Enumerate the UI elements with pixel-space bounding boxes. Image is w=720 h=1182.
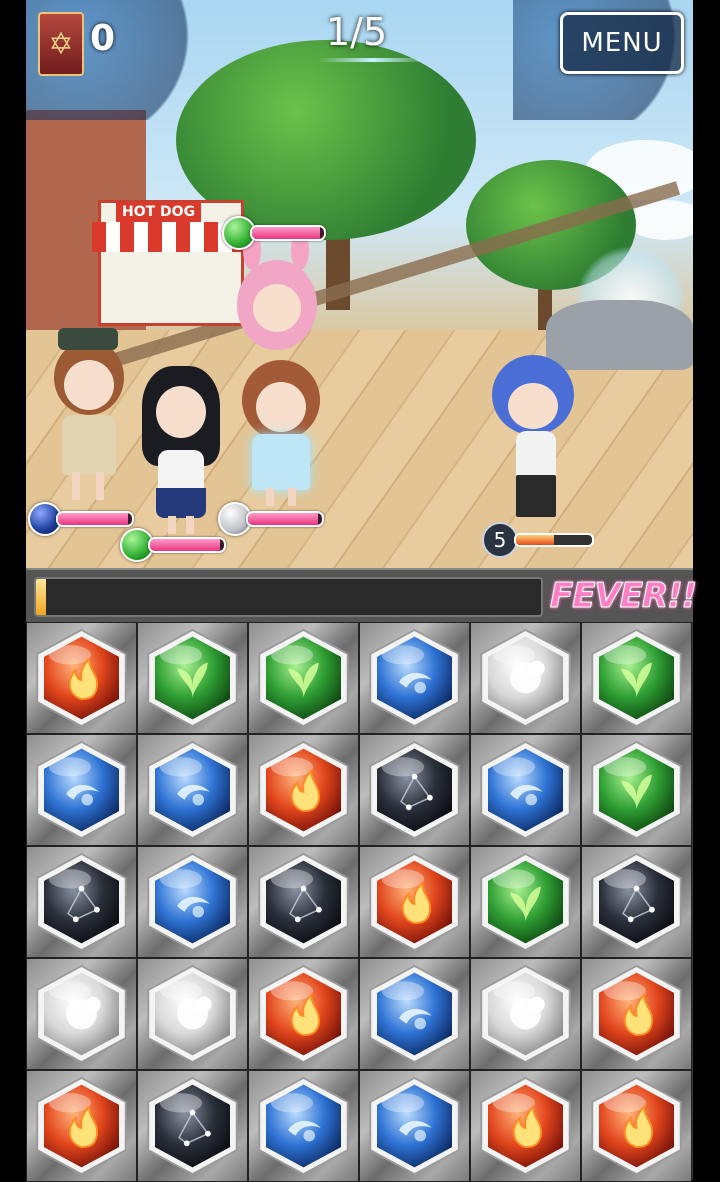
light-gem-icon[interactable] (477, 628, 574, 728)
dark-gem-icon[interactable] (588, 852, 685, 952)
hexagram-book-icon[interactable]: ✡ (38, 12, 84, 76)
board-cell[interactable] (248, 958, 359, 1070)
wood-gem-icon[interactable] (588, 740, 685, 840)
enemy-hp-fill (516, 535, 554, 545)
party-hp-4 (218, 502, 328, 536)
board-cell[interactable] (26, 846, 137, 958)
fire-gem-icon[interactable] (255, 964, 352, 1064)
board-cell[interactable] (359, 734, 470, 846)
board-cell[interactable] (359, 958, 470, 1070)
fever-label: FEVER!! (549, 576, 697, 617)
board-cell[interactable] (581, 846, 692, 958)
board-cell[interactable] (137, 622, 248, 734)
enemy-character (488, 355, 578, 525)
dark-gem-icon[interactable] (255, 852, 352, 952)
water-gem-icon[interactable] (144, 740, 241, 840)
wood-gem-icon[interactable] (144, 628, 241, 728)
fire-gem-icon[interactable] (588, 1076, 685, 1176)
party-character-2 (136, 360, 226, 540)
party-character-1 (44, 320, 134, 510)
fire-gem-icon[interactable] (33, 1076, 130, 1176)
party-character-4 (236, 360, 326, 510)
board-cell[interactable] (581, 1070, 692, 1182)
party-hp-3 (222, 216, 332, 250)
wood-gem-icon[interactable] (255, 628, 352, 728)
board-cell[interactable] (581, 622, 692, 734)
item-count: 0 (90, 18, 116, 59)
board-cell[interactable] (137, 734, 248, 846)
fire-gem-icon[interactable] (477, 1076, 574, 1176)
hp-fill (150, 539, 221, 551)
fire-gem-icon[interactable] (255, 740, 352, 840)
battle-scene: HOT DOG 5 (26, 0, 693, 568)
board-cell[interactable] (248, 734, 359, 846)
water-gem-icon[interactable] (33, 740, 130, 840)
top-hud: ✡ 0 1/5 MENU (26, 0, 693, 80)
enemy-cooldown: 5 (482, 522, 518, 558)
fire-gem-icon[interactable] (366, 852, 463, 952)
puzzle-board[interactable] (26, 622, 693, 1182)
board-cell[interactable] (26, 734, 137, 846)
board-cell[interactable] (581, 958, 692, 1070)
board-cell[interactable] (470, 622, 581, 734)
board-cell[interactable] (359, 622, 470, 734)
dark-gem-icon[interactable] (366, 740, 463, 840)
board-cell[interactable] (470, 846, 581, 958)
light-gem-icon[interactable] (477, 964, 574, 1064)
water-gem-icon[interactable] (366, 628, 463, 728)
dark-gem-icon[interactable] (144, 1076, 241, 1176)
wood-gem-icon[interactable] (477, 852, 574, 952)
hp-fill (58, 513, 129, 525)
party-character-3 (231, 230, 321, 370)
board-cell[interactable] (248, 622, 359, 734)
board-cell[interactable] (137, 958, 248, 1070)
light-gem-icon[interactable] (144, 964, 241, 1064)
board-cell[interactable] (26, 622, 137, 734)
party-hp-2 (120, 528, 230, 562)
board-cell[interactable] (359, 846, 470, 958)
board-cell[interactable] (248, 1070, 359, 1182)
fever-gauge (34, 577, 543, 617)
water-gem-icon[interactable] (366, 1076, 463, 1176)
fever-bar: FEVER!! (26, 568, 698, 624)
dark-gem-icon[interactable] (33, 852, 130, 952)
fever-fill (36, 579, 47, 615)
board-cell[interactable] (470, 734, 581, 846)
water-gem-icon[interactable] (366, 964, 463, 1064)
fire-gem-icon[interactable] (588, 964, 685, 1064)
enemy-hp: 5 (482, 522, 622, 558)
hp-fill (248, 513, 319, 525)
fire-gem-icon[interactable] (33, 628, 130, 728)
wave-counter: 1/5 (326, 10, 388, 54)
board-cell[interactable] (359, 1070, 470, 1182)
board-cell[interactable] (26, 1070, 137, 1182)
board-cell[interactable] (248, 846, 359, 958)
wave-underline (318, 58, 428, 62)
board-cell[interactable] (137, 846, 248, 958)
board-cell[interactable] (581, 734, 692, 846)
water-gem-icon[interactable] (255, 1076, 352, 1176)
board-cell[interactable] (470, 958, 581, 1070)
stand-sign: HOT DOG (116, 202, 202, 222)
water-gem-icon[interactable] (477, 740, 574, 840)
board-cell[interactable] (26, 958, 137, 1070)
party-hp-1 (28, 502, 138, 536)
menu-button[interactable]: MENU (560, 12, 684, 74)
light-gem-icon[interactable] (33, 964, 130, 1064)
wood-gem-icon[interactable] (588, 628, 685, 728)
hp-fill (252, 227, 321, 239)
board-cell[interactable] (470, 1070, 581, 1182)
board-cell[interactable] (137, 1070, 248, 1182)
water-gem-icon[interactable] (144, 852, 241, 952)
